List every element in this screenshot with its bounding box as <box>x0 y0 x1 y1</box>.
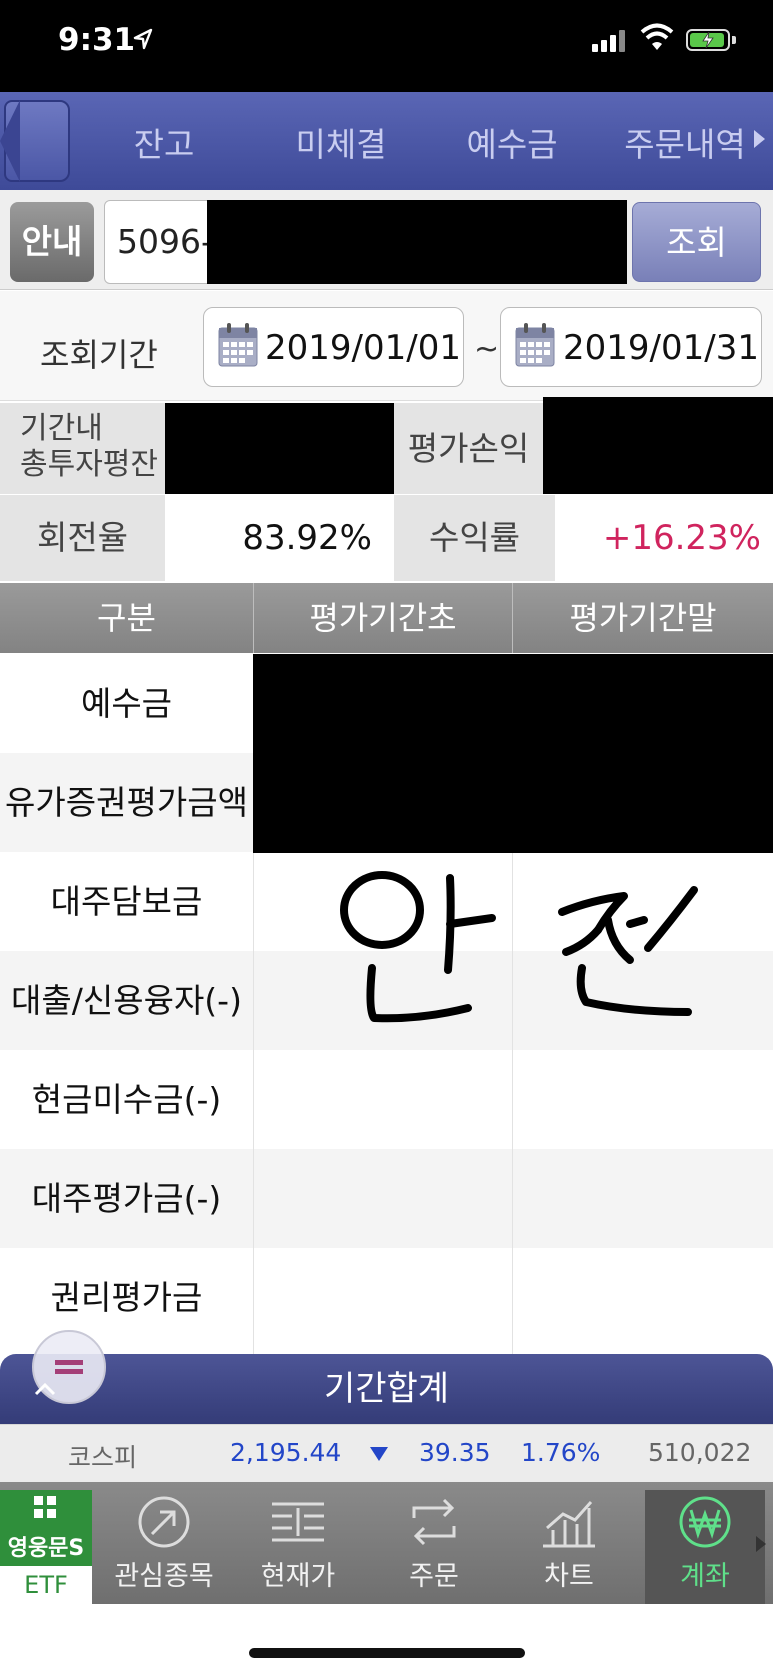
redaction-block <box>253 654 773 853</box>
nav-label-order: 주문 <box>409 1561 459 1592</box>
calendar-icon[interactable] <box>515 322 555 368</box>
total-invest-label-line2: 총투자평잔 <box>20 447 158 482</box>
tab-scroll-right-icon[interactable] <box>754 130 765 148</box>
home-indicator[interactable] <box>249 1648 525 1658</box>
index-value: 2,195.44 <box>230 1438 342 1467</box>
chevron-up-icon <box>34 1382 56 1396</box>
index-volume: 510,022 <box>648 1438 752 1467</box>
redaction-block <box>543 397 773 494</box>
date-separator: ~ <box>474 332 500 367</box>
row-label-short-collateral: 대주담보금 <box>50 882 203 921</box>
turnover-label: 회전율 <box>0 495 165 581</box>
star-circle-icon <box>138 1496 190 1548</box>
battery-icon <box>686 29 730 51</box>
row-label-cash-receivable: 현금미수금(-) <box>31 1080 222 1119</box>
nav-item-chart[interactable]: 차트 <box>505 1482 633 1604</box>
query-button[interactable]: 조회 <box>632 202 761 282</box>
tab-unfilled[interactable]: 미체결 <box>278 118 404 166</box>
return-label: 수익률 <box>394 495 555 581</box>
cellular-signal-icon <box>592 28 628 52</box>
period-total-label: 기간합계 <box>323 1369 450 1409</box>
column-header-category: 구분 <box>97 599 156 637</box>
index-change: 39.35 <box>419 1438 491 1467</box>
row-label-rights-valuation: 권리평가금 <box>50 1278 203 1317</box>
end-date-text: 2019/01/31 <box>563 328 759 368</box>
total-invest-label-cell: 기간내 총투자평잔 <box>0 403 165 494</box>
nav-label-etf: ETF <box>0 1566 92 1604</box>
price-list-icon <box>272 1502 324 1542</box>
won-icon <box>679 1496 731 1548</box>
redaction-block <box>207 200 627 284</box>
period-label: 조회기간 <box>40 336 158 374</box>
nav-item-account[interactable]: 계좌 <box>641 1482 769 1604</box>
handwritten-annotation <box>340 871 698 1023</box>
chart-icon <box>543 1501 595 1548</box>
app-brand-logo: 영웅문S <box>7 1536 85 1561</box>
row-label-deposit: 예수금 <box>80 684 173 723</box>
column-header-period-end: 평가기간말 <box>569 599 717 637</box>
back-arrow-icon <box>0 100 20 182</box>
down-triangle-icon <box>370 1447 388 1461</box>
row-label-securities-value: 유가증권평가금액 <box>5 783 248 822</box>
guide-button[interactable]: 안내 <box>10 202 94 282</box>
nav-label-watchlist: 관심종목 <box>114 1561 214 1592</box>
calendar-icon[interactable] <box>218 322 258 368</box>
nav-label-current-price: 현재가 <box>260 1561 336 1592</box>
nav-scroll-right-icon[interactable] <box>756 1536 766 1552</box>
tab-deposit[interactable]: 예수금 <box>449 118 575 166</box>
pnl-label: 평가손익 <box>394 403 543 494</box>
menu-icon <box>55 1360 83 1374</box>
index-change-pct: 1.76% <box>521 1438 601 1467</box>
location-arrow-icon <box>133 28 153 50</box>
tab-order-history[interactable]: 주문내역 <box>620 118 750 166</box>
row-label-loan-credit: 대출/신용융자(-) <box>11 981 242 1020</box>
turnover-value: 83.92% <box>165 495 394 581</box>
home-indicator-area <box>0 1604 773 1673</box>
order-arrows-icon <box>412 1498 456 1546</box>
grid-icon <box>34 1496 56 1518</box>
battery-cap <box>732 36 736 44</box>
index-name: 코스피 <box>68 1443 138 1472</box>
nav-label-chart: 차트 <box>544 1561 594 1592</box>
redaction-block <box>165 403 394 494</box>
nav-label-account: 계좌 <box>680 1561 730 1592</box>
start-date-text: 2019/01/01 <box>265 328 461 368</box>
return-value: +16.23% <box>555 495 773 581</box>
status-time: 9:31 <box>58 22 136 58</box>
column-header-period-start: 평가기간초 <box>309 599 457 637</box>
wifi-icon <box>640 23 674 50</box>
nav-item-watchlist[interactable]: 관심종목 <box>100 1482 228 1604</box>
tab-balance[interactable]: 잔고 <box>108 118 220 166</box>
nav-item-order[interactable]: 주문 <box>370 1482 498 1604</box>
total-invest-label-line1: 기간내 <box>20 411 103 446</box>
nav-item-current-price[interactable]: 현재가 <box>234 1482 362 1604</box>
row-label-short-valuation: 대주평가금(-) <box>31 1179 222 1218</box>
